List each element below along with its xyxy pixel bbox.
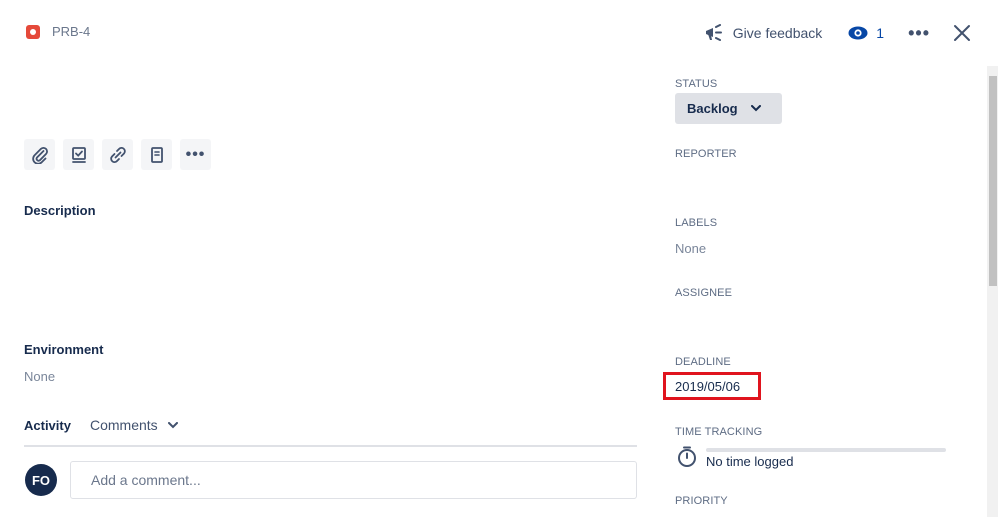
time-tracking-field[interactable]: No time logged: [675, 442, 953, 472]
add-subtask-button[interactable]: [63, 139, 94, 170]
document-icon: [150, 146, 163, 163]
deadline-label: DEADLINE: [675, 356, 731, 368]
watch-button[interactable]: 1: [848, 25, 884, 41]
priority-label: PRIORITY: [675, 495, 728, 507]
labels-value[interactable]: None: [675, 241, 706, 256]
description-title: Description: [24, 203, 96, 218]
toolbar-more-button[interactable]: •••: [180, 139, 211, 170]
reporter-label: REPORTER: [675, 148, 737, 160]
time-tracking-progress-track: [706, 448, 946, 452]
issue-toolbar: •••: [24, 139, 211, 170]
paperclip-icon: [31, 146, 48, 164]
more-icon: •••: [908, 23, 930, 43]
status-label: STATUS: [675, 78, 718, 90]
give-feedback-button[interactable]: Give feedback: [704, 24, 823, 42]
status-value: Backlog: [687, 101, 738, 116]
activity-label: Activity: [24, 417, 71, 433]
bug-icon: [26, 24, 40, 39]
status-dropdown[interactable]: Backlog: [675, 93, 782, 124]
more-actions-button[interactable]: •••: [908, 24, 930, 42]
environment-title: Environment: [24, 342, 104, 357]
activity-divider: [24, 445, 637, 447]
more-icon: •••: [185, 145, 206, 163]
stopwatch-icon: [678, 446, 696, 467]
sidebar-scrollbar[interactable]: [987, 66, 998, 517]
environment-value[interactable]: None: [24, 369, 55, 384]
watchers-count: 1: [876, 25, 885, 41]
chevron-down-icon: [167, 421, 178, 428]
comment-input[interactable]: [70, 461, 637, 499]
avatar: FO: [25, 464, 57, 496]
activity-filter-dropdown[interactable]: Comments: [90, 417, 178, 433]
deadline-highlight-box: [663, 372, 761, 400]
scrollbar-thumb[interactable]: [989, 76, 997, 286]
link-issue-button[interactable]: [102, 139, 133, 170]
top-actions: Give feedback 1 •••: [704, 20, 972, 46]
activity-header: Activity Comments: [24, 417, 637, 433]
labels-label: LABELS: [675, 217, 718, 229]
issue-key-link[interactable]: PRB-4: [26, 24, 90, 39]
activity-filter-label: Comments: [89, 417, 158, 433]
add-page-button[interactable]: [141, 139, 172, 170]
give-feedback-label: Give feedback: [732, 25, 823, 41]
assignee-label: ASSIGNEE: [675, 287, 733, 299]
attach-button[interactable]: [24, 139, 55, 170]
checkbox-icon: [71, 146, 86, 163]
time-tracking-value: No time logged: [706, 454, 794, 469]
close-icon[interactable]: [952, 23, 972, 43]
megaphone-icon: [705, 24, 722, 41]
time-tracking-label: TIME TRACKING: [675, 426, 763, 438]
link-icon: [109, 146, 126, 163]
eye-icon: [848, 26, 868, 40]
chevron-down-icon: [750, 105, 761, 112]
issue-key-text: PRB-4: [52, 24, 91, 39]
